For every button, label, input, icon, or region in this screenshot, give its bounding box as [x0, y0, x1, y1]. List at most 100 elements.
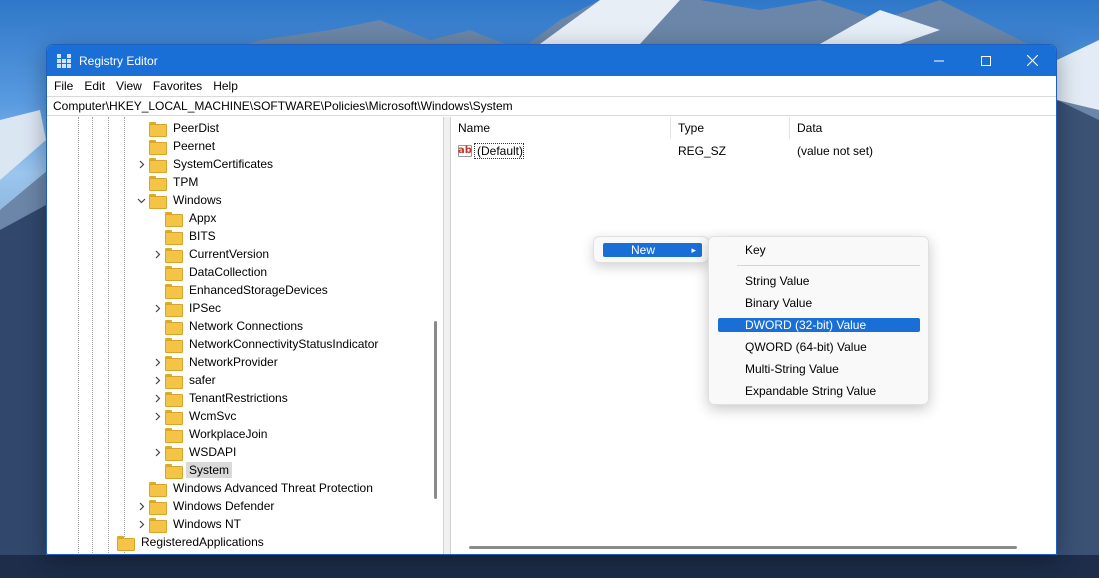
menu-file[interactable]: File — [54, 79, 80, 93]
string-value-icon: ab — [458, 145, 472, 157]
tree-item-appx[interactable]: Appx — [151, 209, 219, 227]
column-header-type[interactable]: Type — [671, 117, 790, 139]
submenu-item-binary-value[interactable]: Binary Value — [718, 296, 920, 310]
tree-item-label: Windows — [173, 193, 222, 207]
context-menu-new[interactable]: New ▸ — [603, 243, 702, 257]
menu-help[interactable]: Help — [213, 79, 245, 93]
tree-item-windows[interactable]: Windows — [135, 191, 225, 209]
address-bar[interactable]: Computer\HKEY_LOCAL_MACHINE\SOFTWARE\Pol… — [47, 96, 1056, 116]
folder-icon — [165, 445, 183, 461]
list-scrollbar[interactable] — [469, 546, 1017, 549]
submenu-item-multi-string-value[interactable]: Multi-String Value — [718, 362, 920, 376]
tree-item-label: BITS — [189, 229, 216, 243]
menu-edit[interactable]: Edit — [84, 79, 112, 93]
menu-view[interactable]: View — [116, 79, 149, 93]
submenu-item-label: Expandable String Value — [745, 384, 877, 398]
tree-item-wcmsvc[interactable]: WcmSvc — [151, 407, 239, 425]
tree-item-label: CurrentVersion — [189, 247, 270, 261]
chevron-right-icon[interactable] — [151, 248, 163, 260]
tree-item-label: Network Connections — [189, 319, 304, 333]
registry-editor-app-icon — [57, 53, 71, 68]
tree-item-networkprovider[interactable]: NetworkProvider — [151, 353, 281, 371]
window-controls — [915, 45, 1056, 76]
chevron-right-icon[interactable] — [151, 356, 163, 368]
chevron-down-icon[interactable] — [135, 194, 147, 206]
tree-item-label: SystemCertificates — [173, 157, 274, 171]
column-headers: Name Type Data — [451, 117, 1056, 139]
registry-tree[interactable]: PeerDist Peernet SystemCertificates TPM Wind… — [47, 117, 444, 554]
tree-item-windows-nt[interactable]: Windows NT — [135, 515, 244, 533]
tree-item-peerdist[interactable]: PeerDist — [135, 119, 222, 137]
tree-item-wsdapi[interactable]: WSDAPI — [151, 443, 239, 461]
submenu-separator — [737, 265, 920, 266]
tree-item-systemcertificates[interactable]: SystemCertificates — [135, 155, 276, 173]
submenu-item-expandable-string-value[interactable]: Expandable String Value — [718, 384, 920, 398]
folder-icon — [165, 265, 183, 281]
column-header-data[interactable]: Data — [790, 117, 1050, 139]
chevron-right-icon[interactable] — [151, 374, 163, 386]
new-submenu: Key String Value Binary Value DWORD (32-bit… — [708, 236, 929, 405]
submenu-item-key[interactable]: Key — [718, 243, 920, 257]
tree-scrollbar[interactable] — [434, 321, 437, 499]
value-row[interactable]: ab (Default) REG_SZ (value not set) — [451, 142, 1051, 160]
close-button[interactable] — [1009, 45, 1056, 76]
tree-item-enhancedstoragedevices[interactable]: EnhancedStorageDevices — [151, 281, 331, 299]
tree-guide-line — [108, 117, 109, 554]
tree-item-workplacejoin[interactable]: WorkplaceJoin — [151, 425, 270, 443]
submenu-item-label: QWORD (64-bit) Value — [745, 340, 867, 354]
tree-item-datacollection[interactable]: DataCollection — [151, 263, 270, 281]
chevron-right-icon[interactable] — [151, 446, 163, 458]
tree-item-ipsec[interactable]: IPSec — [151, 299, 224, 317]
tree-item-networkconnectivitystatusindicator[interactable]: NetworkConnectivityStatusIndicator — [151, 335, 381, 353]
tree-item-tenantrestrictions[interactable]: TenantRestrictions — [151, 389, 291, 407]
submenu-item-qword-64-bit-value[interactable]: QWORD (64-bit) Value — [718, 340, 920, 354]
tree-item-label: WSDAPI — [189, 445, 237, 459]
tree-item-peernet[interactable]: Peernet — [135, 137, 218, 155]
tree-item-label: WorkplaceJoin — [189, 427, 268, 441]
folder-icon — [165, 409, 183, 425]
title-bar[interactable]: Registry Editor — [47, 45, 1056, 76]
maximize-icon — [980, 55, 991, 66]
tree-item-system[interactable]: System — [151, 461, 233, 479]
submenu-item-string-value[interactable]: String Value — [718, 274, 920, 288]
folder-icon — [165, 211, 183, 227]
folder-icon — [117, 535, 135, 551]
tree-item-network-connections[interactable]: Network Connections — [151, 317, 306, 335]
tree-item-windows-advanced-threat-protection[interactable]: Windows Advanced Threat Protection — [135, 479, 376, 497]
menu-favorites[interactable]: Favorites — [153, 79, 209, 93]
folder-icon — [149, 139, 167, 155]
chevron-right-icon[interactable] — [151, 302, 163, 314]
minimize-button[interactable] — [915, 45, 962, 76]
column-header-name[interactable]: Name — [451, 117, 671, 139]
folder-icon — [149, 193, 167, 209]
folder-icon — [165, 283, 183, 299]
tree-item-currentversion[interactable]: CurrentVersion — [151, 245, 272, 263]
tree-item-label: Windows Advanced Threat Protection — [173, 481, 373, 495]
chevron-right-icon: ▸ — [691, 245, 696, 255]
folder-icon — [165, 247, 183, 263]
tree-item-registeredapplications[interactable]: RegisteredApplications — [103, 533, 267, 551]
maximize-button[interactable] — [962, 45, 1009, 76]
chevron-right-icon[interactable] — [151, 410, 163, 422]
tree-item-bits[interactable]: BITS — [151, 227, 219, 245]
chevron-right-icon[interactable] — [135, 518, 147, 530]
submenu-item-label: String Value — [745, 274, 810, 288]
chevron-right-icon[interactable] — [135, 158, 147, 170]
tree-item-safer[interactable]: safer — [151, 371, 219, 389]
chevron-right-icon[interactable] — [135, 500, 147, 512]
tree-item-tpm[interactable]: TPM — [135, 173, 201, 191]
folder-icon — [149, 175, 167, 191]
tree-item-label: IPSec — [189, 301, 222, 315]
tree-item-windows-defender[interactable]: Windows Defender — [135, 497, 277, 515]
chevron-right-icon[interactable] — [151, 392, 163, 404]
submenu-item-dword-32-bit-value[interactable]: DWORD (32-bit) Value — [718, 318, 920, 332]
folder-icon — [165, 319, 183, 335]
